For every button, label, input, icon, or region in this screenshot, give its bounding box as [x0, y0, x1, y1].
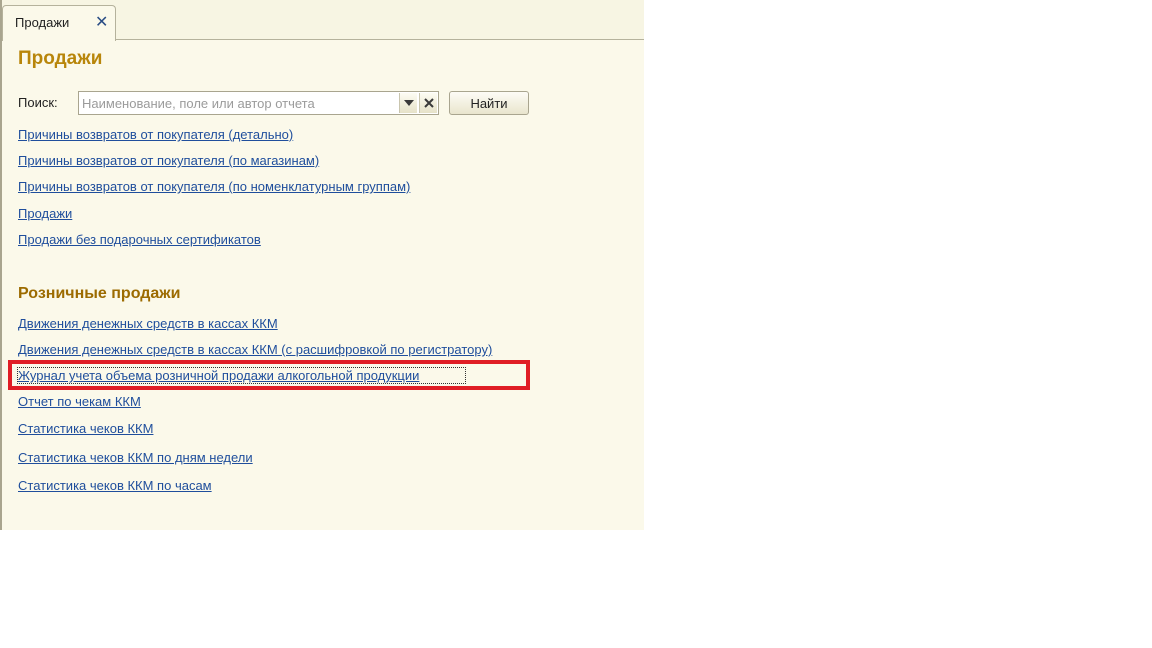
page-title: Продажи	[18, 48, 103, 69]
report-link-returns-detailed[interactable]: Причины возвратов от покупателя (детальн…	[18, 127, 293, 142]
tab-sales[interactable]: Продажи ✕	[2, 5, 116, 41]
chevron-down-icon[interactable]	[399, 93, 417, 113]
report-link-returns-by-store[interactable]: Причины возвратов от покупателя (по мага…	[18, 153, 319, 168]
report-link-kkm-receipts[interactable]: Отчет по чекам ККМ	[18, 394, 141, 409]
search-field	[78, 91, 439, 115]
report-link-cash-flow-kkm-by-registrar[interactable]: Движения денежных средств в кассах ККМ (…	[18, 342, 492, 357]
report-link-returns-by-group[interactable]: Причины возвратов от покупателя (по номе…	[18, 179, 410, 194]
clear-x-icon[interactable]	[419, 93, 437, 113]
tab-label: Продажи	[15, 15, 70, 30]
report-link-sales[interactable]: Продажи	[18, 206, 72, 221]
search-input[interactable]	[79, 92, 399, 114]
find-button[interactable]: Найти	[449, 91, 529, 115]
report-link-cash-flow-kkm[interactable]: Движения денежных средств в кассах ККМ	[18, 316, 278, 331]
report-link-receipt-stats[interactable]: Статистика чеков ККМ	[18, 421, 153, 436]
report-link-sales-no-gift-certificates[interactable]: Продажи без подарочных сертификатов	[18, 232, 261, 247]
highlight-annotation-box	[8, 360, 530, 390]
tab-bar: Продажи ✕	[2, 0, 644, 41]
report-link-receipt-stats-by-weekday[interactable]: Статистика чеков ККМ по дням недели	[18, 450, 253, 465]
section-title-retail: Розничные продажи	[18, 285, 181, 302]
report-link-receipt-stats-by-hour[interactable]: Статистика чеков ККМ по часам	[18, 478, 212, 493]
close-icon[interactable]: ✕	[95, 12, 108, 32]
search-label: Поиск:	[18, 95, 58, 110]
report-panel: Продажи ✕ Продажи Поиск: Найти Причины в…	[0, 0, 644, 530]
